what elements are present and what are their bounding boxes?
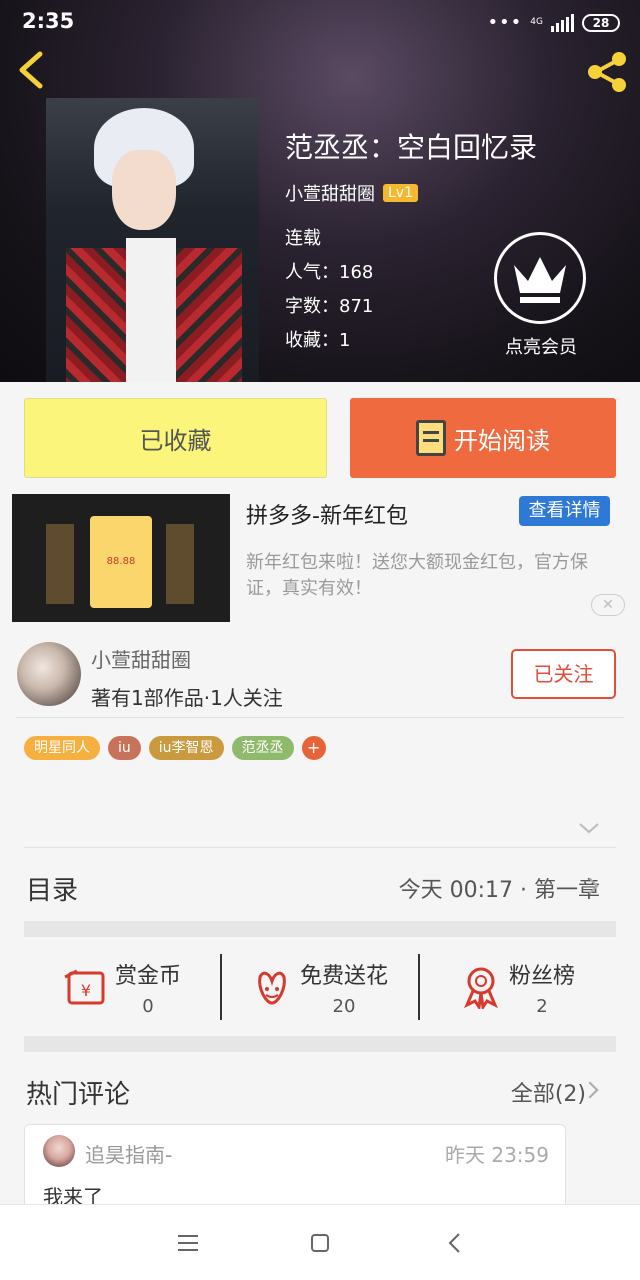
level-badge: Lv1 (383, 184, 418, 202)
status-icons: ••• 4G 28 (487, 12, 620, 33)
word-count: 字数：871 (285, 296, 374, 317)
network-type: 4G (530, 17, 543, 27)
tag-chip[interactable]: iu李智恩 (148, 736, 224, 760)
ad-card-amount: 88.88 (106, 556, 136, 567)
ad-detail-button[interactable]: 查看详情 (519, 496, 610, 526)
start-reading-button[interactable]: 开始阅读 (350, 398, 616, 478)
crown-icon (514, 257, 566, 303)
book-cover-image[interactable] (46, 98, 259, 382)
commenter-avatar[interactable] (43, 1135, 75, 1167)
tag-chip[interactable]: 范丞丞 (231, 736, 294, 760)
reward-value: 2 (536, 995, 548, 1017)
tag-chip[interactable]: iu (108, 736, 141, 760)
comment-time: 昨天 23:59 (445, 1143, 549, 1167)
favorited-button[interactable]: 已收藏 (24, 398, 327, 478)
follow-button[interactable]: 已关注 (511, 649, 616, 699)
red-envelope-icon: ¥ (64, 969, 105, 1005)
back-chevron-icon (448, 1233, 460, 1253)
section-separator (24, 1036, 616, 1052)
ad-description: 新年红包来啦！送您大额现金红包，官方保证，真实有效！ (246, 552, 588, 599)
book-author-row[interactable]: 小萱甜甜圈 Lv1 (285, 180, 418, 206)
serial-status: 连载 (285, 228, 321, 249)
home-square-icon (311, 1234, 329, 1252)
author-stats: 著有1部作品·1人关注 (91, 686, 283, 710)
reward-value: 0 (142, 995, 154, 1017)
vip-button[interactable] (494, 232, 586, 324)
flower-icon (258, 971, 286, 1005)
section-separator (24, 921, 616, 937)
status-time: 2:35 (22, 9, 75, 33)
toc-latest-chapter[interactable]: 今天 00:17 · 第一章 (399, 872, 600, 904)
book-author-name[interactable]: 小萱甜甜圈 (285, 180, 375, 206)
menu-button[interactable] (168, 1227, 208, 1259)
reward-coins-button[interactable]: ¥ 赏金币 0 (24, 954, 220, 1020)
reward-row: ¥ 赏金币 0 免费送花 20 粉丝榜 2 (24, 954, 616, 1020)
author-block: 小萱甜甜圈 著有1部作品·1人关注 已关注 (16, 640, 624, 718)
svg-text:¥: ¥ (81, 981, 91, 1000)
reward-label: 赏金币 (114, 963, 181, 989)
book-title: 范丞丞：空白回忆录 (285, 131, 538, 164)
reward-label: 粉丝榜 (508, 963, 575, 989)
all-comments-link[interactable]: 全部(2) (511, 1076, 586, 1108)
system-back-button[interactable] (434, 1227, 474, 1259)
fan-ranking-button[interactable]: 粉丝榜 2 (418, 954, 616, 1020)
comment-card[interactable]: 追昊指南- 昨天 23:59 我来了 (24, 1124, 566, 1214)
share-button[interactable] (584, 50, 630, 94)
system-nav-bar (0, 1204, 640, 1280)
more-dots-icon: ••• (487, 12, 523, 33)
status-bar: 2:35 ••• 4G 28 (0, 0, 640, 44)
red-packet-graphic: 88.88 (90, 516, 152, 608)
tag-chip[interactable]: 明星同人 (24, 736, 100, 760)
section-divider (24, 847, 616, 848)
ribbon-award-icon (463, 967, 498, 1009)
menu-icon (178, 1235, 198, 1251)
author-name[interactable]: 小萱甜甜圈 (91, 644, 191, 673)
add-tag-button[interactable]: + (301, 736, 326, 760)
back-arrow-icon (19, 51, 43, 89)
battery-indicator: 28 (582, 13, 620, 32)
toc-label[interactable]: 目录 (26, 870, 78, 907)
start-reading-label: 开始阅读 (454, 426, 550, 455)
book-icon (416, 420, 446, 456)
reward-value: 20 (332, 995, 356, 1017)
ad-close-icon[interactable]: ✕ (591, 594, 625, 616)
back-button[interactable] (14, 50, 50, 90)
favorites-count: 收藏：1 (285, 330, 351, 351)
author-avatar[interactable] (17, 642, 81, 706)
popularity-count: 人气：168 (285, 262, 374, 283)
reward-label: 免费送花 (299, 963, 388, 989)
vip-label[interactable]: 点亮会员 (496, 333, 586, 359)
ad-image[interactable]: 88.88 (12, 494, 230, 622)
tag-list: 明星同人 iu iu李智恩 范丞丞 + (24, 736, 326, 760)
home-button[interactable] (300, 1227, 340, 1259)
ad-title[interactable]: 拼多多-新年红包 (246, 498, 408, 530)
hot-comments-label: 热门评论 (26, 1080, 131, 1110)
share-icon (588, 52, 626, 92)
signal-icon (551, 13, 574, 32)
commenter-name[interactable]: 追昊指南- (85, 1139, 172, 1168)
expand-chevron-icon[interactable] (578, 820, 600, 839)
send-flower-button[interactable]: 免费送花 20 (220, 954, 418, 1020)
